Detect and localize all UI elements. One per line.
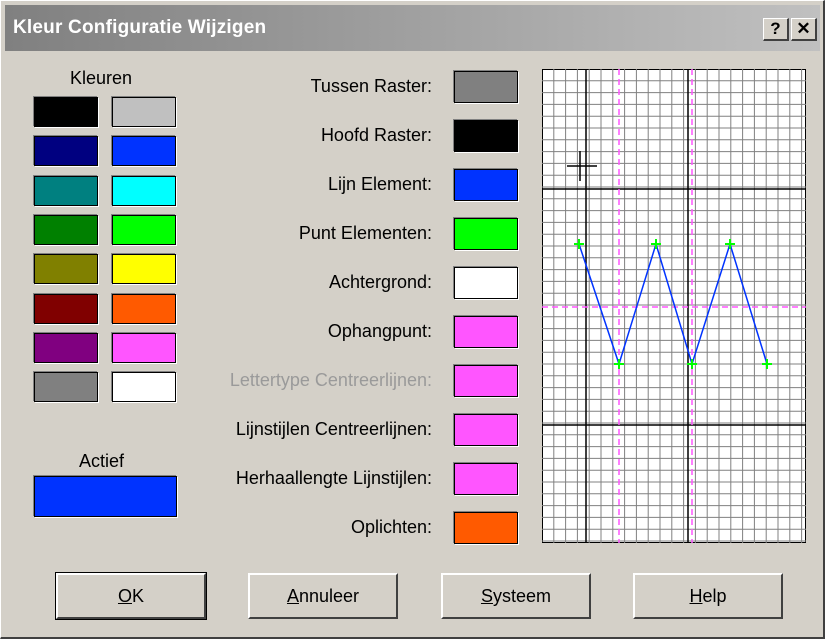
setting-label-4: Punt Elementen: [298, 223, 432, 243]
title-help-button[interactable]: ? [763, 18, 789, 41]
title-bar[interactable]: Kleur Configuratie Wijzigen ? ✕ [5, 5, 820, 51]
setting-swatch-9[interactable] [454, 463, 518, 495]
setting-label-9: Herhaallengte Lijnstijlen: [235, 468, 432, 488]
help-button[interactable]: Help [633, 573, 783, 619]
palette-swatch-2[interactable] [112, 97, 176, 127]
setting-label-7: Lettertype Centreerlijnen: [229, 370, 432, 390]
palette-swatch-12[interactable] [112, 293, 176, 324]
setting-swatch-1[interactable] [454, 71, 518, 103]
cancel-button-label: Annuleer [286, 586, 360, 606]
setting-swatch-10[interactable] [454, 512, 518, 544]
system-button[interactable]: Systeem [441, 573, 591, 619]
cancel-button[interactable]: Annuleer [248, 573, 398, 619]
close-button[interactable]: ✕ [791, 18, 817, 41]
ok-button[interactable]: OK [55, 572, 207, 620]
setting-label-5: Achtergrond: [328, 272, 432, 292]
setting-swatch-5[interactable] [454, 267, 518, 299]
setting-label-1: Tussen Raster: [310, 76, 432, 96]
setting-swatch-4[interactable] [454, 218, 518, 250]
window-title: Kleur Configuratie Wijzigen [13, 17, 267, 38]
help-button-label: Help [689, 586, 727, 606]
setting-label-3: Lijn Element: [327, 174, 432, 194]
setting-label-2: Hoofd Raster: [320, 125, 432, 145]
preview-canvas [542, 69, 806, 543]
palette-swatch-1[interactable] [34, 97, 98, 127]
system-button-label: Systeem [480, 586, 552, 606]
setting-label-10: Oplichten: [350, 517, 432, 537]
setting-swatch-6[interactable] [454, 316, 518, 348]
setting-swatch-2[interactable] [454, 120, 518, 152]
ok-button-label: OK [117, 586, 145, 606]
setting-swatch-8[interactable] [454, 414, 518, 446]
color-config-dialog: Kleur Configuratie Wijzigen ? ✕ Kleuren … [0, 0, 825, 639]
setting-label-8: Lijnstijlen Centreerlijnen: [235, 419, 432, 439]
setting-label-6: Ophangpunt: [327, 321, 432, 341]
setting-swatch-7 [454, 365, 518, 397]
setting-swatch-3[interactable] [454, 169, 518, 201]
palette-swatch-11[interactable] [34, 293, 98, 324]
